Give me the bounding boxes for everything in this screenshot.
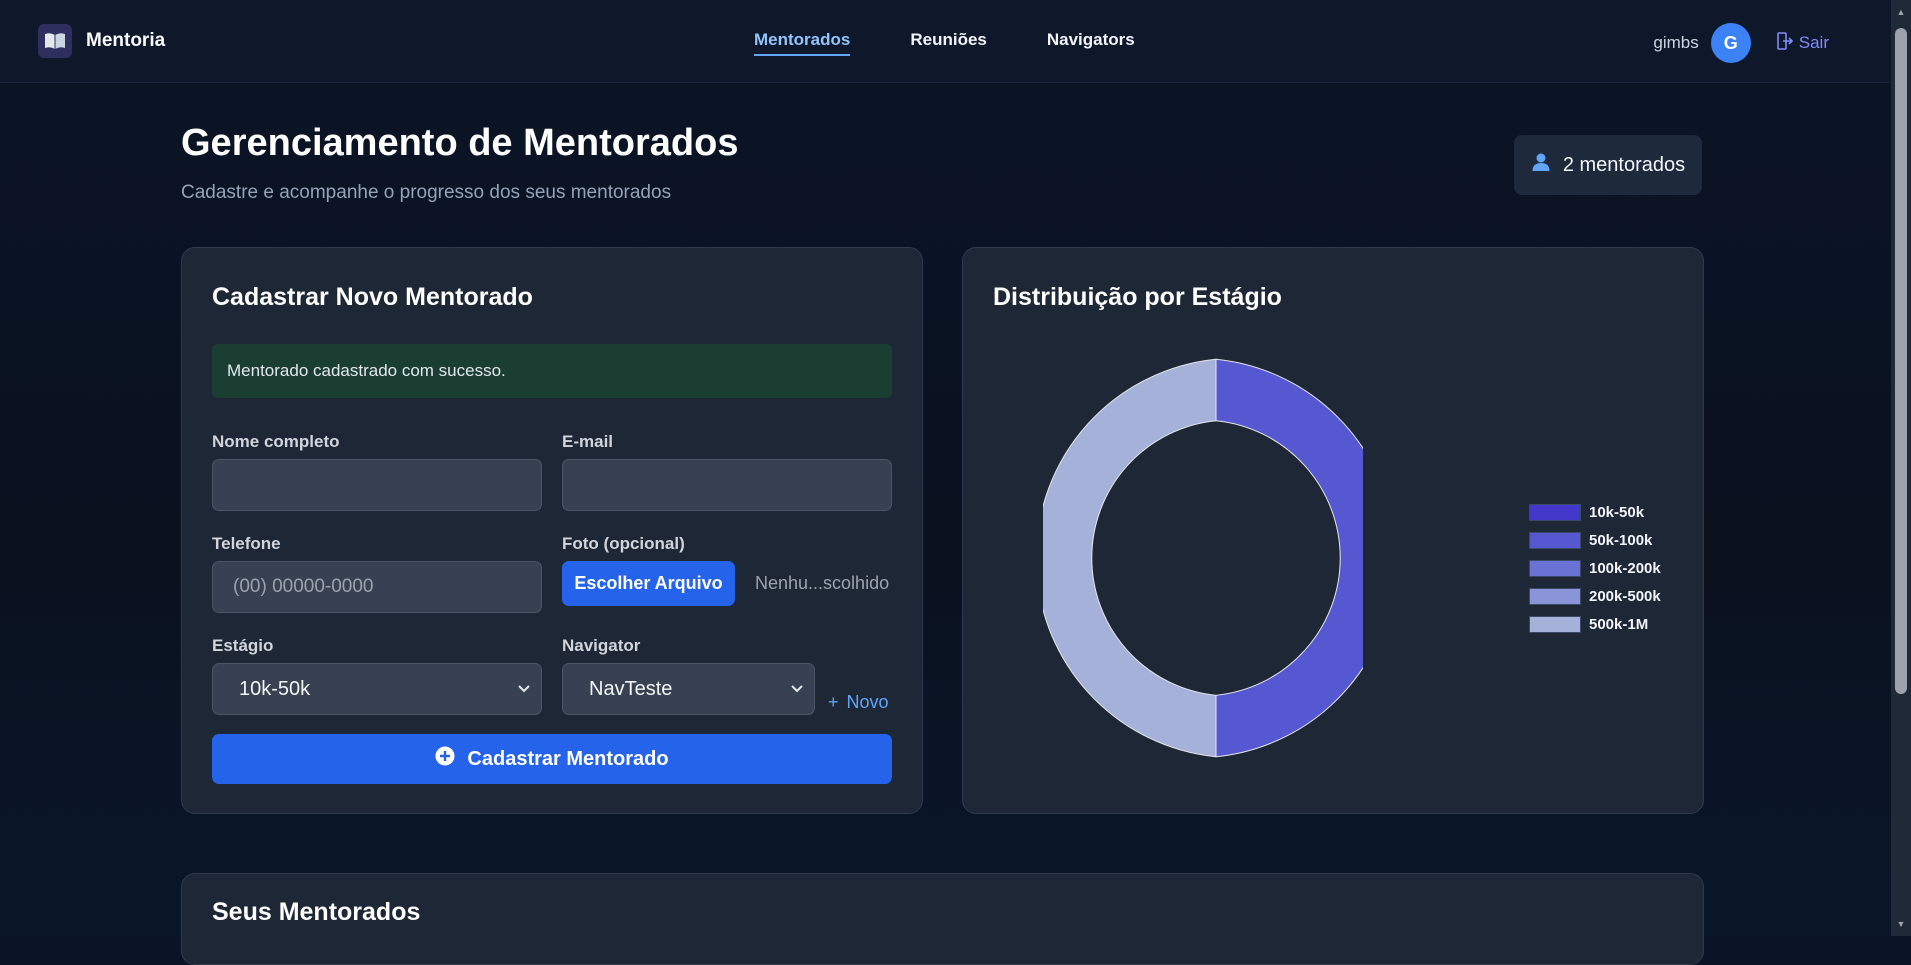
legend-item[interactable]: 50k-100k — [1529, 526, 1661, 554]
nav-link-mentorados[interactable]: Mentorados — [754, 30, 851, 56]
legend-swatch — [1529, 615, 1581, 633]
legend-label: 100k-200k — [1589, 559, 1661, 577]
mentorados-count: 2 mentorados — [1562, 153, 1686, 176]
legend-item[interactable]: 500k-1M — [1529, 610, 1661, 638]
mentorados-list-card: Seus Mentorados — [181, 873, 1704, 965]
top-navbar: Mentoria Mentorados Reuniões Navigators … — [0, 0, 1891, 83]
chevron-down-icon — [790, 679, 804, 705]
mentorados-count-badge: 2 mentorados — [1514, 135, 1702, 195]
stage-label: Estágio — [212, 636, 274, 655]
scroll-down-arrow-icon[interactable]: ▼ — [1895, 918, 1907, 930]
legend-swatch — [1529, 503, 1581, 521]
form-title: Cadastrar Novo Mentorado — [212, 283, 533, 311]
scroll-up-arrow-icon[interactable]: ▲ — [1895, 6, 1907, 18]
brand[interactable]: Mentoria — [38, 24, 165, 58]
username: gimbs — [1653, 33, 1699, 52]
email-label: E-mail — [562, 432, 614, 451]
legend-swatch — [1529, 531, 1581, 549]
email-input[interactable] — [562, 459, 892, 511]
choose-file-button[interactable]: Escolher Arquivo — [562, 561, 735, 606]
plus-icon: + — [828, 692, 839, 712]
legend-label: 10k-50k — [1589, 503, 1645, 521]
main-nav: Mentorados Reuniões Navigators — [754, 30, 1135, 56]
navigator-select-value: NavTeste — [589, 677, 673, 700]
success-alert: Mentorado cadastrado com sucesso. — [212, 344, 892, 398]
legend-label: 200k-500k — [1589, 587, 1661, 605]
logout-button[interactable]: Sair — [1776, 31, 1829, 55]
legend-label: 50k-100k — [1589, 531, 1653, 549]
legend-item[interactable]: 100k-200k — [1529, 554, 1661, 582]
page-scrollbar[interactable]: ▲ ▼ — [1891, 0, 1911, 936]
logout-label: Sair — [1798, 33, 1829, 52]
stage-select-value: 10k-50k — [239, 677, 311, 700]
stage-distribution-card: Distribuição por Estágio 10k-50k 50k-100k… — [962, 247, 1704, 814]
legend-swatch — [1529, 559, 1581, 577]
page-subtitle: Cadastre e acompanhe o progresso dos seu… — [181, 182, 672, 203]
legend-swatch — [1529, 587, 1581, 605]
submit-label: Cadastrar Mentorado — [467, 747, 669, 770]
nav-link-reunioes[interactable]: Reuniões — [910, 30, 987, 56]
navigator-label: Navigator — [562, 636, 641, 655]
donut-slice-50k-100k[interactable] — [1215, 358, 1363, 758]
phone-input[interactable]: (00) 00000-0000 — [212, 561, 542, 613]
list-title: Seus Mentorados — [212, 898, 421, 926]
stage-donut-chart — [1043, 358, 1363, 758]
chevron-down-icon — [517, 679, 531, 705]
stage-select[interactable]: 10k-50k — [212, 663, 542, 715]
new-navigator-label: Novo — [846, 692, 889, 712]
page-title: Gerenciamento de Mentorados — [181, 122, 739, 164]
nav-link-navigators[interactable]: Navigators — [1047, 30, 1135, 56]
chart-title: Distribuição por Estágio — [993, 283, 1282, 311]
user-menu: gimbs G Sair — [1653, 23, 1829, 63]
plus-circle-icon — [435, 746, 455, 772]
donut-slice-500k-1M[interactable] — [1043, 358, 1217, 758]
register-form-card: Cadastrar Novo Mentorado Mentorado cadas… — [181, 247, 923, 814]
scrollbar-thumb[interactable] — [1895, 28, 1907, 694]
logout-icon — [1776, 31, 1793, 55]
book-icon — [38, 24, 72, 58]
legend-item[interactable]: 10k-50k — [1529, 498, 1661, 526]
new-navigator-button[interactable]: + Novo — [828, 692, 889, 713]
name-label: Nome completo — [212, 432, 340, 451]
photo-label: Foto (opcional) — [562, 534, 685, 553]
legend-label: 500k-1M — [1589, 615, 1649, 633]
navigator-select[interactable]: NavTeste — [562, 663, 815, 715]
brand-name: Mentoria — [86, 30, 166, 51]
submit-button[interactable]: Cadastrar Mentorado — [212, 734, 892, 784]
legend-item[interactable]: 200k-500k — [1529, 582, 1661, 610]
avatar[interactable]: G — [1710, 23, 1751, 63]
chart-legend: 10k-50k 50k-100k 100k-200k 200k-500k 500k-1M — [1529, 498, 1661, 638]
name-input[interactable] — [212, 459, 542, 511]
user-icon — [1531, 152, 1551, 178]
phone-label: Telefone — [212, 534, 281, 553]
file-name-text: Nenhu...scolhido — [755, 573, 890, 593]
